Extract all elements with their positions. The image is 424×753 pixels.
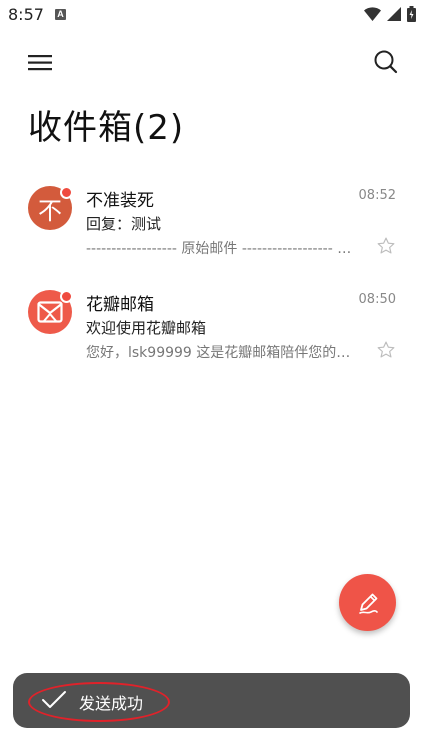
- status-icons: [364, 6, 416, 22]
- email-sender: 花瓣邮箱: [86, 295, 154, 315]
- search-button[interactable]: [368, 44, 404, 80]
- search-icon: [374, 50, 398, 74]
- compose-pen-icon: [358, 593, 378, 614]
- email-sender: 不准装死: [86, 191, 154, 211]
- star-icon[interactable]: [376, 236, 396, 256]
- signal-icon: [387, 7, 401, 21]
- status-bar: 8:57 A: [0, 0, 424, 30]
- menu-button[interactable]: [18, 44, 62, 80]
- email-time: 08:52: [358, 188, 396, 203]
- wifi-icon: [364, 7, 381, 21]
- top-app-bar: [0, 40, 424, 84]
- email-preview: ------------------ 原始邮件 ----------------…: [86, 241, 364, 257]
- email-list-item[interactable]: 不 不准装死 08:52 回复：测试 ------------------ 原始…: [0, 176, 424, 276]
- huaban-mail-logo-icon: [37, 301, 63, 323]
- email-list-item[interactable]: 花瓣邮箱 08:50 欢迎使用花瓣邮箱 您好，lsk99999 这是花瓣邮箱陪伴…: [0, 280, 424, 380]
- toast-message: 发送成功: [13, 673, 410, 728]
- email-preview: 您好，lsk99999 这是花瓣邮箱陪伴您的第一天: [86, 345, 364, 361]
- page-title: 收件箱(2): [28, 108, 185, 148]
- star-icon[interactable]: [376, 340, 396, 360]
- compose-button[interactable]: [339, 574, 396, 631]
- unread-indicator: [60, 290, 73, 303]
- unread-indicator: [60, 186, 73, 199]
- status-time: 8:57: [8, 5, 44, 24]
- battery-icon: [407, 6, 416, 22]
- email-subject: 回复：测试: [86, 215, 162, 233]
- notification-badge: A: [55, 9, 66, 20]
- hamburger-menu-icon: [28, 55, 52, 71]
- email-subject: 欢迎使用花瓣邮箱: [86, 319, 207, 337]
- highlight-circle-annotation: [28, 682, 170, 722]
- avatar-initial: 不: [38, 196, 62, 225]
- email-time: 08:50: [358, 292, 396, 307]
